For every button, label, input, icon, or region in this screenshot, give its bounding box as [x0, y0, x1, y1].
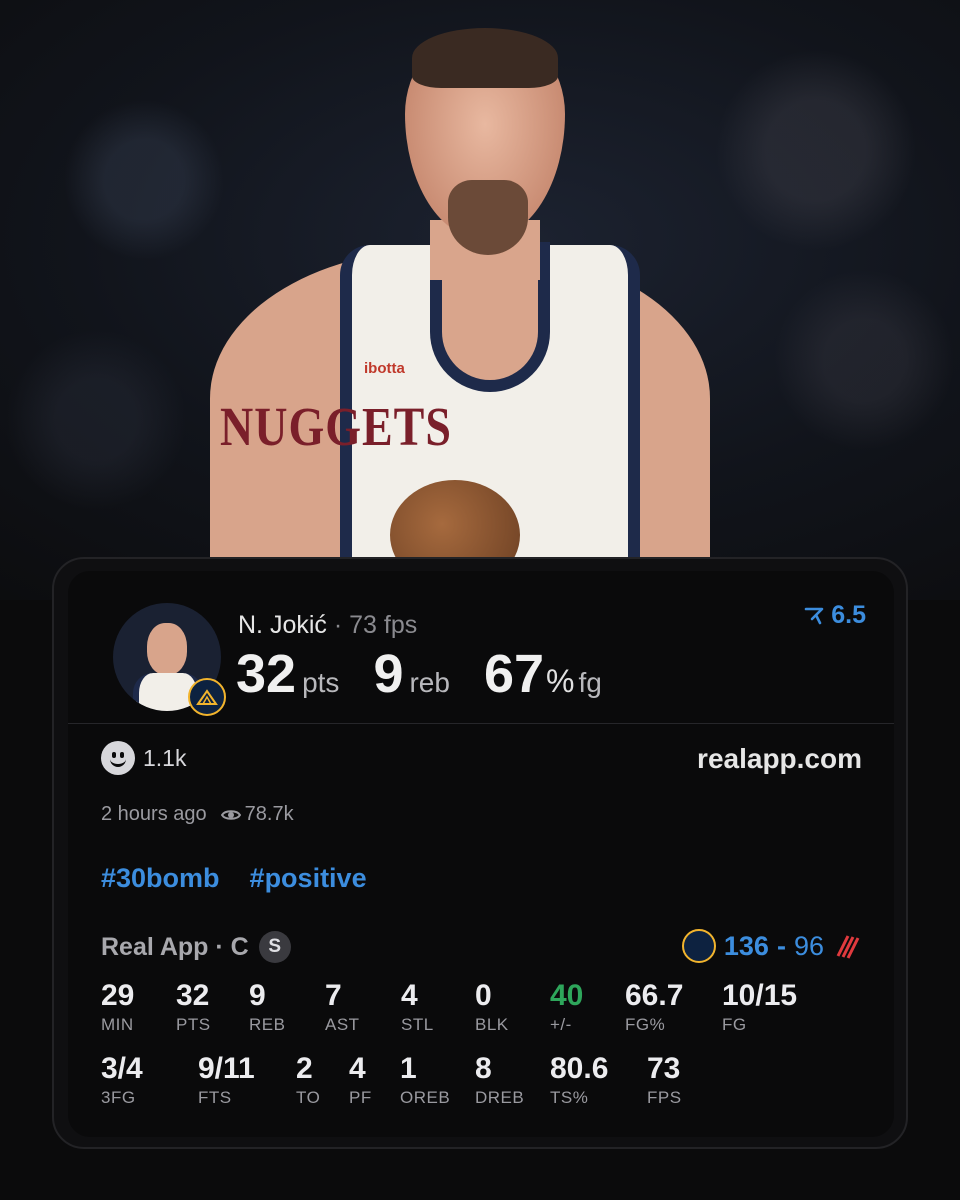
stat-label: FTS — [198, 1088, 232, 1107]
jersey-sponsor: ibotta — [364, 360, 405, 377]
stat-to: 2 TO — [296, 1052, 320, 1108]
stat-label: FG% — [625, 1015, 666, 1034]
stat-reb: 9 REB — [249, 979, 285, 1035]
nuggets-team-icon — [681, 929, 716, 963]
view-count: 78.7k — [220, 803, 294, 826]
stat-value: 2 — [296, 1052, 313, 1085]
stat-label: OREB — [400, 1088, 451, 1107]
away-score: 96 — [793, 930, 824, 961]
stat-fg-pct: 66.7 FG% — [625, 979, 683, 1035]
points-unit: pts — [302, 667, 340, 698]
nuggets-logo-icon — [188, 678, 226, 716]
stat-label: TO — [296, 1088, 321, 1107]
stat-card[interactable]: N. Jokić · 73 fps 32 pts 9 reb 67 % fg 6… — [52, 557, 908, 1149]
stat-card-inner: N. Jokić · 73 fps 32 pts 9 reb 67 % fg 6… — [68, 571, 894, 1137]
stat-value: 29 — [101, 979, 135, 1012]
stat-fts: 9/11 FTS — [198, 1052, 255, 1108]
stat-fps: 73 FPS — [647, 1052, 682, 1108]
stat-value: 32 — [176, 979, 210, 1012]
stat-value: 66.7 — [625, 979, 684, 1012]
rating-badge[interactable]: 6.5 — [803, 601, 866, 630]
fg-unit: fg — [578, 667, 602, 698]
stat-value: 9 — [249, 979, 266, 1012]
stat-value: 73 — [647, 1052, 681, 1085]
points-value: 32 — [236, 644, 297, 704]
stat-value: 4 — [349, 1052, 366, 1085]
stat-fg: 10/15 FG — [722, 979, 797, 1035]
starter-badge: S — [258, 931, 291, 963]
headline-stats: 32 pts 9 reb 67 % fg — [236, 643, 636, 705]
stat-label: REB — [249, 1015, 286, 1034]
fps-label: 73 fps — [349, 611, 418, 639]
stat-label: FPS — [647, 1088, 682, 1107]
stat-value: 9/11 — [198, 1052, 255, 1085]
stat-value: 10/15 — [722, 979, 798, 1012]
stat-label: AST — [325, 1015, 360, 1034]
stat-value: 3/4 — [101, 1052, 143, 1085]
stat-plus-minus: 40 +/- — [550, 979, 583, 1035]
stat-label: DREB — [475, 1088, 525, 1107]
rebounds-value: 9 — [373, 644, 404, 704]
home-score: 136 — [723, 930, 769, 961]
stat-ts-pct: 80.6 TS% — [550, 1052, 608, 1108]
name-separator: · — [333, 611, 343, 639]
stat-min: 29 MIN — [101, 979, 134, 1035]
player-name-line[interactable]: N. Jokić · 73 fps — [238, 611, 417, 640]
rebounds-unit: reb — [409, 667, 450, 698]
stat-label: +/- — [550, 1015, 572, 1034]
stat-pf: 4 PF — [349, 1052, 372, 1108]
reaction-count: 1.1k — [143, 744, 187, 771]
stat-label: MIN — [101, 1015, 134, 1034]
hashtag-list: #30bomb #positive — [101, 863, 367, 894]
hashtag-30bomb[interactable]: #30bomb — [101, 863, 220, 894]
rating-value: 6.5 — [831, 601, 866, 629]
blazers-team-icon — [836, 935, 860, 959]
stat-3fg: 3/4 3FG — [101, 1052, 143, 1108]
stat-label: STL — [401, 1015, 434, 1034]
stat-blk: 0 BLK — [475, 979, 509, 1035]
site-link[interactable]: realapp.com — [697, 743, 862, 775]
post-meta: 2 hours ago 78.7k — [101, 803, 294, 826]
stat-value: 8 — [475, 1052, 492, 1085]
stat-stl: 4 STL — [401, 979, 434, 1035]
player-name[interactable]: N. Jokić — [238, 611, 327, 639]
stat-label: 3FG — [101, 1088, 136, 1107]
stat-dreb: 8 DREB — [475, 1052, 524, 1108]
stat-value: 80.6 — [550, 1052, 609, 1085]
league-info: Real App · C S — [101, 931, 291, 963]
stat-value: 40 — [550, 979, 584, 1012]
stat-label: TS% — [550, 1088, 589, 1107]
stat-value: 1 — [400, 1052, 417, 1085]
league-label: Real App · C — [101, 932, 249, 961]
stat-label: PF — [349, 1088, 372, 1107]
fg-value: 67 — [483, 644, 545, 704]
fg-percent-sign: % — [546, 663, 575, 699]
stat-label: BLK — [475, 1015, 509, 1034]
stat-label: FG — [722, 1015, 747, 1034]
smiley-icon — [101, 741, 135, 775]
stat-value: 0 — [475, 979, 492, 1012]
stat-label: PTS — [176, 1015, 211, 1034]
stat-value: 7 — [325, 979, 342, 1012]
stat-ast: 7 AST — [325, 979, 360, 1035]
score-dash: - — [776, 930, 786, 961]
post-time: 2 hours ago — [101, 803, 207, 825]
jersey-lettering: NUGGETS — [220, 395, 452, 458]
eye-icon — [220, 809, 241, 820]
game-score[interactable]: 136-96 — [681, 929, 864, 963]
card-divider — [68, 723, 894, 724]
reaction-button[interactable]: 1.1k — [101, 741, 186, 775]
stat-value: 4 — [401, 979, 418, 1012]
view-count-value: 78.7k — [244, 803, 294, 825]
hero-photo: ibotta NUGGETS — [0, 0, 960, 600]
box-score: 29 MIN 32 PTS 9 REB 7 AST 4 STL 0 BLK 40… — [101, 979, 881, 1129]
hashtag-positive[interactable]: #positive — [250, 863, 367, 894]
stat-pts: 32 PTS — [176, 979, 211, 1035]
stat-oreb: 1 OREB — [400, 1052, 450, 1108]
rating-arrow-icon — [804, 607, 824, 624]
